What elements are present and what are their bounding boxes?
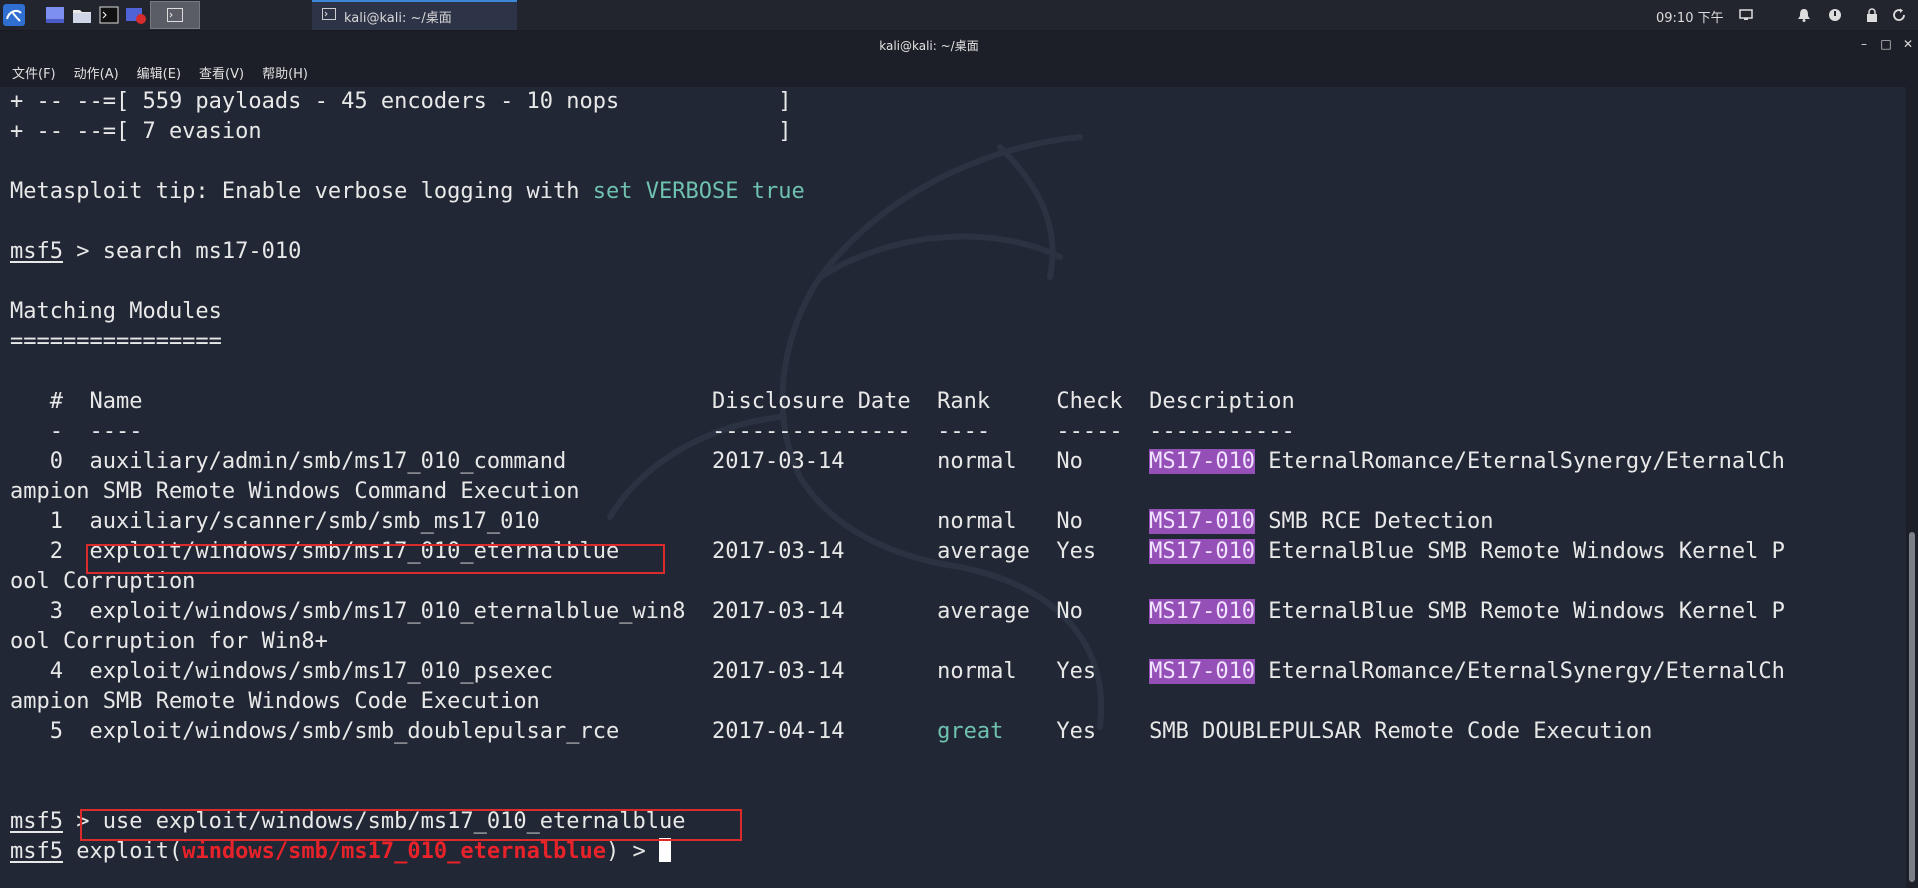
search-command: > search ms17-010 [62,239,302,264]
menu-edit[interactable]: 编辑(E) [137,63,181,82]
display-icon[interactable] [1737,6,1755,24]
menu-view[interactable]: 查看(V) [199,63,244,82]
ms17-010-tag: MS17-010 [1149,449,1256,474]
taskbar-window-label: kali@kali: ~/桌面 [344,10,452,26]
exploit-prefix: exploit( [62,839,183,864]
row-description: SMB RCE Detection [1255,509,1494,534]
banner-evasion: + -- --=[ 7 evasion ] [10,119,792,144]
show-desktop-icon[interactable] [44,3,66,27]
row-text: 3 exploit/windows/smb/ms17_010_eternalbl… [10,599,1150,624]
bell-icon[interactable] [1795,6,1813,24]
top-panel: kali@kali: ~/桌面 09:10 下午 [0,0,1918,31]
matching-modules-title: Matching Modules [10,299,222,324]
row-description: EternalBlue SMB Remote Windows Kernel P [1255,539,1785,564]
ms17-010-tag: MS17-010 [1149,539,1256,564]
row-description: EternalBlue SMB Remote Windows Kernel P [1255,599,1785,624]
prompt: msf5 [10,809,63,834]
row-description: Yes SMB DOUBLEPULSAR Remote Code Executi… [1003,719,1653,744]
clock[interactable]: 09:10 下午 [1656,7,1724,26]
prompt: msf5 [10,239,63,264]
row-text: 0 auxiliary/admin/smb/ms17_010_command 2… [10,449,1150,474]
module-row: 5 exploit/windows/smb/smb_doublepulsar_r… [10,717,1653,747]
row-text: 4 exploit/windows/smb/ms17_010_psexec 20… [10,659,1150,684]
metasploit-tip: Metasploit tip: Enable verbose logging w… [10,177,805,207]
menu-file[interactable]: 文件(F) [12,63,56,82]
module-row: 4 exploit/windows/smb/ms17_010_psexec 20… [10,657,1785,687]
scrollbar-thumb[interactable] [1909,532,1915,882]
row-wrap: ool Corruption for Win8+ [10,629,328,654]
menu-action[interactable]: 动作(A) [74,63,119,82]
menu-bar: 文件(F) 动作(A) 编辑(E) 查看(V) 帮助(H) [0,57,1918,87]
annotation-box-eternalblue [86,544,665,574]
window-titlebar[interactable]: kali@kali: ~/桌面 – □ ✕ [0,31,1918,57]
window-title: kali@kali: ~/桌面 [879,39,979,53]
terminal-icon [322,8,336,24]
matching-modules-rule: ================ [10,329,222,354]
ms17-010-tag: MS17-010 [1149,509,1256,534]
ms17-010-tag: MS17-010 [1149,659,1256,684]
rank-great: great [937,719,1004,744]
scrollbar[interactable] [1906,87,1918,888]
module-row: 1 auxiliary/scanner/smb/smb_ms17_010 nor… [10,507,1493,537]
row-wrap: ampion SMB Remote Windows Code Execution [10,689,540,714]
ms17-010-tag: MS17-010 [1149,599,1256,624]
exploit-prompt-line[interactable]: msf5 exploit(windows/smb/ms17_010_eterna… [10,837,672,867]
prompt: msf5 [10,839,63,864]
close-button[interactable]: ✕ [1900,36,1916,52]
banner-payloads: + -- --=[ 559 payloads - 45 encoders - 1… [10,89,792,114]
maximize-button[interactable]: □ [1878,36,1894,52]
exploit-suffix: ) > [606,839,660,864]
module-row: 0 auxiliary/admin/smb/ms17_010_command 2… [10,447,1785,477]
row-description: EternalRomance/EternalSynergy/EternalCh [1255,449,1785,474]
module-row: 3 exploit/windows/smb/ms17_010_eternalbl… [10,597,1785,627]
terminal-icon[interactable] [98,3,120,27]
kali-menu-icon[interactable] [2,3,26,27]
row-wrap: ampion SMB Remote Windows Command Execut… [10,479,580,504]
text-cursor [659,838,672,862]
workspace-1-icon[interactable] [150,1,200,29]
lock-icon[interactable] [1863,6,1881,24]
table-header: # Name Disclosure Date Rank Check Descri… [10,389,1295,414]
exploit-module: windows/smb/ms17_010_eternalblue [182,839,607,864]
taskbar-terminal-window[interactable]: kali@kali: ~/桌面 [312,0,517,30]
annotation-box-use-command [80,809,742,841]
row-description: EternalRomance/EternalSynergy/EternalCh [1255,659,1785,684]
terminal-output[interactable]: + -- --=[ 559 payloads - 45 encoders - 1… [0,87,1906,888]
minimize-button[interactable]: – [1856,36,1872,52]
screen-recorder-icon[interactable] [124,3,148,27]
search-command-line: msf5 > search ms17-010 [10,237,301,267]
tip-command: set VERBOSE true [592,179,805,204]
refresh-icon[interactable] [1890,6,1908,24]
menu-help[interactable]: 帮助(H) [262,63,308,82]
row-text: 5 exploit/windows/smb/smb_doublepulsar_r… [10,719,938,744]
power-icon[interactable] [1826,6,1844,24]
row-text: 1 auxiliary/scanner/smb/smb_ms17_010 nor… [10,509,1150,534]
file-manager-icon[interactable] [71,3,93,27]
tip-text: Metasploit tip: Enable verbose logging w… [10,179,593,204]
table-header-rule: - ---- --------------- ---- ----- ------… [10,419,1295,444]
